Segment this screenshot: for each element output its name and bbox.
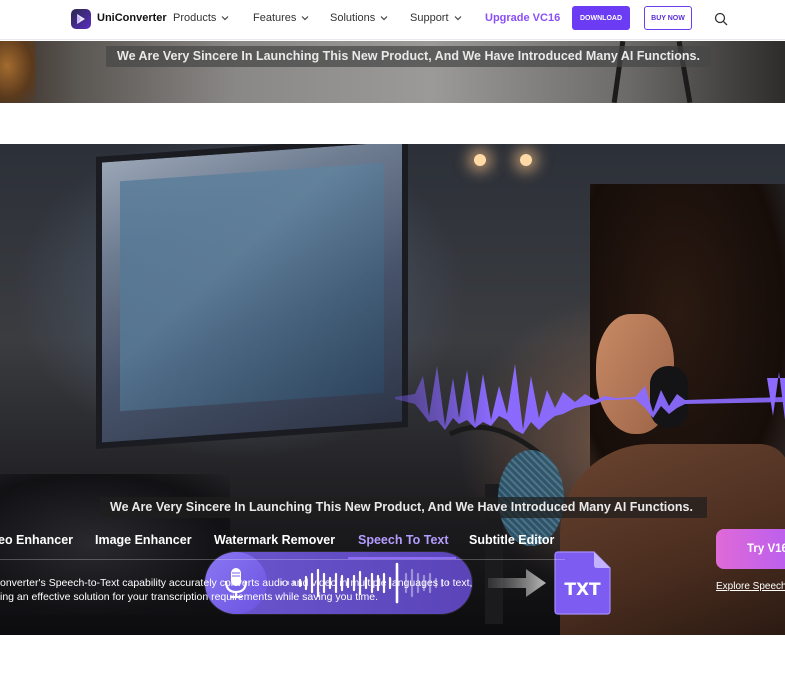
nav-products[interactable]: Products bbox=[173, 12, 230, 24]
audio-waveform-graphic bbox=[395, 364, 785, 434]
buy-now-button[interactable]: BUY NOW bbox=[644, 6, 692, 30]
tab-image-enhancer[interactable]: Image Enhancer bbox=[95, 533, 192, 547]
tab-watermark-remover[interactable]: Watermark Remover bbox=[214, 533, 335, 547]
hero-caption: We Are Very Sincere In Launching This Ne… bbox=[100, 497, 707, 518]
chevron-down-icon bbox=[380, 16, 388, 21]
tab-subtitle-editor[interactable]: Subtitle Editor bbox=[469, 533, 554, 547]
feature-description: onverter's Speech-to-Text capability acc… bbox=[0, 576, 520, 604]
nav-products-label: Products bbox=[173, 12, 217, 24]
nav-support[interactable]: Support bbox=[410, 12, 463, 24]
brand-name[interactable]: UniConverter bbox=[97, 12, 167, 24]
ceiling-light bbox=[520, 154, 532, 166]
tabs-divider bbox=[0, 559, 565, 560]
nav-features[interactable]: Features bbox=[253, 12, 310, 24]
nav-solutions-label: Solutions bbox=[330, 12, 376, 24]
upgrade-link[interactable]: Upgrade VC16 bbox=[485, 12, 560, 24]
chevron-down-icon bbox=[221, 16, 229, 21]
tab-speech-to-text[interactable]: Speech To Text bbox=[358, 533, 449, 547]
try-v16-button[interactable]: Try V16 bbox=[716, 529, 785, 569]
chevron-down-icon bbox=[454, 16, 461, 21]
tab-video-enhancer[interactable]: eo Enhancer bbox=[0, 533, 73, 547]
nav-solutions[interactable]: Solutions bbox=[330, 12, 389, 24]
chevron-down-icon bbox=[301, 16, 309, 21]
search-icon[interactable] bbox=[714, 12, 728, 26]
feature-description-line: ing an effective solution for your trans… bbox=[0, 591, 378, 603]
monitor-image bbox=[96, 144, 408, 449]
top-navigation-bar: UniConverter Products Features Solutions… bbox=[0, 0, 785, 40]
download-button[interactable]: DOWNLOAD bbox=[572, 6, 630, 30]
feature-description-line: onverter's Speech-to-Text capability acc… bbox=[0, 577, 473, 589]
uniconverter-logo-icon[interactable] bbox=[71, 9, 91, 29]
previous-slide-banner: We Are Very Sincere In Launching This Ne… bbox=[0, 41, 785, 103]
ceiling-light bbox=[474, 154, 486, 166]
nav-features-label: Features bbox=[253, 12, 297, 24]
slide-caption: We Are Very Sincere In Launching This Ne… bbox=[106, 46, 711, 67]
nav-support-label: Support bbox=[410, 12, 449, 24]
lamp-image bbox=[0, 41, 36, 103]
explore-speech-link[interactable]: Explore Speech bbox=[716, 581, 785, 592]
hero-banner: TXT We Are Very Sincere In Launching Thi… bbox=[0, 144, 785, 635]
txt-file-label: TXT bbox=[564, 580, 601, 600]
